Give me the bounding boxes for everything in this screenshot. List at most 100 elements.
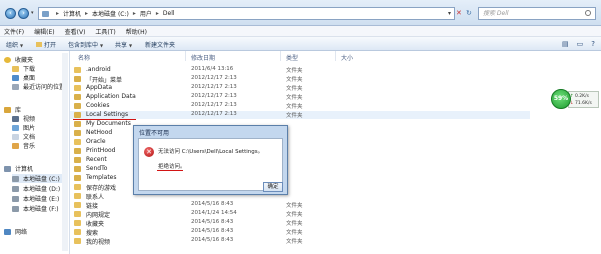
nav-favorites-label: 收藏夹 <box>15 57 34 64</box>
menu-view[interactable]: 查看(V) <box>65 27 86 36</box>
nav-drive-f-label: 本地磁盘 (F:) <box>23 206 59 213</box>
preview-pane-icon[interactable]: ▭ <box>577 40 584 48</box>
column-divider[interactable] <box>280 51 281 61</box>
music-icon <box>12 142 19 149</box>
nav-drive-d[interactable]: 本地磁盘 (D:) <box>12 184 60 193</box>
forward-button[interactable]: › <box>18 8 29 19</box>
address-bar-area: ‹ › ▾ ▸ 计算机 ▸ 本地磁盘 (C:) ▸ 用户 ▸ Dell ▾ ✕ … <box>0 0 601 26</box>
file-row-local-settings[interactable]: Local Settings 2012/12/17 2:13 文件夹 <box>70 111 530 119</box>
nav-drive-f[interactable]: 本地磁盘 (F:) <box>12 204 59 213</box>
menu-tools[interactable]: 工具(T) <box>95 27 115 36</box>
nav-libraries-label: 库 <box>15 107 22 114</box>
view-options-icon[interactable]: ▤ <box>562 40 569 48</box>
dialog-body: ✕ 无法访问 C:\Users\Dell\Local Settings。 拒绝访… <box>138 138 283 192</box>
nav-scrollbar[interactable] <box>62 53 68 251</box>
folder-shortcut-icon <box>74 121 81 127</box>
nav-music[interactable]: 音乐 <box>12 141 35 150</box>
folder-shortcut-icon <box>74 76 81 82</box>
column-type[interactable]: 类型 <box>286 53 298 62</box>
folder-icon <box>74 67 81 73</box>
download-folder-icon <box>12 65 19 72</box>
file-row-application-data[interactable]: Application Data 2012/12/17 2:13 文件夹 <box>70 93 530 101</box>
nav-downloads[interactable]: 下载 <box>12 64 35 73</box>
nav-documents-label: 文档 <box>23 134 36 141</box>
file-row-android[interactable]: .android 2011/6/4 13:16 文件夹 <box>70 66 530 74</box>
nav-network-label: 网络 <box>15 229 28 236</box>
file-row-start-menu[interactable]: 「开始」菜单 2012/12/17 2:13 文件夹 <box>70 75 530 84</box>
nav-computer[interactable]: 计算机 <box>4 164 33 173</box>
file-name: Application Data <box>86 93 136 100</box>
nav-downloads-label: 下载 <box>23 66 36 73</box>
nav-favorites[interactable]: 收藏夹 <box>4 55 33 64</box>
ok-button[interactable]: 确定 <box>263 182 283 192</box>
nav-desktop[interactable]: 桌面 <box>12 73 35 82</box>
nav-recent[interactable]: 最近访问的位置 <box>12 82 65 91</box>
file-date: 2014/5/16 8:43 <box>191 228 234 234</box>
nav-drive-e[interactable]: 本地磁盘 (E:) <box>12 194 59 203</box>
column-date[interactable]: 修改日期 <box>191 53 215 62</box>
nav-pictures-label: 图片 <box>23 125 36 132</box>
column-size[interactable]: 大小 <box>341 53 353 62</box>
chevron-right-icon: ▸ <box>56 10 60 17</box>
include-library-button[interactable]: 包含到库中 ▼ <box>68 40 103 49</box>
search-icon[interactable] <box>585 10 591 16</box>
breadcrumb-computer[interactable]: 计算机 <box>63 9 81 18</box>
nav-libraries[interactable]: 库 <box>4 105 21 114</box>
nav-drive-c[interactable]: 本地磁盘 (C:) <box>12 174 62 183</box>
file-row-searches[interactable]: 搜索 2014/5/16 8:43 文件夹 <box>70 228 530 237</box>
desktop-icon <box>12 74 19 81</box>
chevron-down-icon: ▼ <box>129 43 133 48</box>
address-field[interactable]: ▸ 计算机 ▸ 本地磁盘 (C:) ▸ 用户 ▸ Dell ▾ <box>38 7 455 20</box>
chevron-down-icon[interactable]: ▾ <box>448 10 451 17</box>
nav-videos[interactable]: 视频 <box>12 114 35 123</box>
recent-pages-dropdown[interactable]: ▾ <box>31 10 34 16</box>
nav-drive-c-label: 本地磁盘 (C:) <box>23 176 60 183</box>
breadcrumb-drive-c[interactable]: 本地磁盘 (C:) <box>92 9 129 18</box>
help-icon[interactable]: ? <box>591 40 595 48</box>
menu-bar: 文件(F) 编辑(E) 查看(V) 工具(T) 帮助(H) <box>0 26 601 37</box>
file-row-my-videos[interactable]: 我的视频 2014/5/16 8:43 文件夹 <box>70 237 530 246</box>
file-date: 2014/1/24 14:54 <box>191 210 237 216</box>
folder-shortcut-icon <box>74 94 81 100</box>
computer-icon <box>4 165 11 172</box>
network-speed-gadget[interactable]: ↑ 0.2K/s ↓ 71.6K/s 59% <box>548 88 600 110</box>
column-divider[interactable] <box>335 51 336 61</box>
drive-icon <box>12 175 19 182</box>
nav-music-label: 音乐 <box>23 143 36 150</box>
file-row-cookies[interactable]: Cookies 2012/12/17 2:13 文件夹 <box>70 102 530 110</box>
folder-icon <box>74 202 81 208</box>
nav-drive-e-label: 本地磁盘 (E:) <box>23 196 60 203</box>
organize-button[interactable]: 组织 ▼ <box>6 40 23 49</box>
nav-network[interactable]: 网络 <box>4 227 27 236</box>
menu-file[interactable]: 文件(F) <box>4 27 24 36</box>
back-button[interactable]: ‹ <box>5 8 16 19</box>
file-row-appdata[interactable]: AppData 2012/12/17 2:13 文件夹 <box>70 84 530 92</box>
menu-help[interactable]: 帮助(H) <box>126 27 147 36</box>
close-icon[interactable]: ✕ <box>456 9 462 17</box>
new-folder-button[interactable]: 新建文件夹 <box>145 40 175 49</box>
file-type: 文件夹 <box>286 239 303 245</box>
file-name: Local Settings <box>86 111 129 118</box>
drive-icon <box>12 185 19 192</box>
open-button[interactable]: 打开 <box>36 40 56 49</box>
share-button[interactable]: 共享 ▼ <box>115 40 132 49</box>
nav-documents[interactable]: 文档 <box>12 132 35 141</box>
file-row-intranet-rules[interactable]: 内网规定 2014/1/24 14:54 文件夹 <box>70 210 530 219</box>
file-name: SendTo <box>86 165 108 172</box>
column-divider[interactable] <box>185 51 186 61</box>
file-name: 搜索 <box>86 230 99 237</box>
breadcrumb-users[interactable]: 用户 <box>140 9 152 18</box>
column-name[interactable]: 名称 <box>78 53 90 62</box>
nav-pictures[interactable]: 图片 <box>12 123 35 132</box>
folder-shortcut-icon <box>74 103 81 109</box>
refresh-icon[interactable]: ↻ <box>466 9 472 17</box>
file-row-favorites[interactable]: 收藏夹 2014/5/16 8:43 文件夹 <box>70 219 530 228</box>
search-box[interactable] <box>478 7 596 20</box>
breadcrumb-dell[interactable]: Dell <box>163 10 175 17</box>
computer-icon <box>42 10 49 17</box>
file-name: Recent <box>86 156 107 163</box>
file-row-links[interactable]: 链接 2014/5/16 8:43 文件夹 <box>70 201 530 210</box>
search-input[interactable] <box>483 10 583 17</box>
file-name: AppData <box>86 84 113 91</box>
menu-edit[interactable]: 编辑(E) <box>34 27 54 36</box>
